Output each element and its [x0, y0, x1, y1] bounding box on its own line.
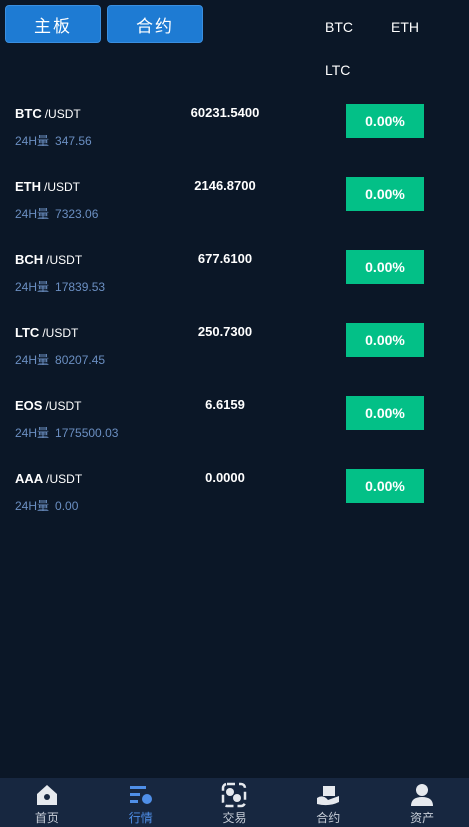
- nav-contract[interactable]: 合约: [281, 778, 375, 827]
- nav-label: 合约: [316, 811, 341, 825]
- volume: 24H量 0.00: [15, 497, 78, 514]
- volume-value: 1775500.03: [55, 426, 119, 440]
- symbol: AAA/USDT: [15, 471, 82, 486]
- price: 677.6100: [197, 251, 253, 266]
- bottom-nav: 首页 行情 交易 合约 资产: [0, 778, 469, 827]
- user-icon: [411, 784, 434, 806]
- market-icon: [129, 786, 152, 804]
- volume-value: 7323.06: [55, 207, 99, 221]
- volume-value: 347.56: [55, 134, 92, 148]
- market-row[interactable]: AAA/USDT 24H量 0.00 0.0000 0.00%: [0, 465, 469, 537]
- tab-main-board[interactable]: 主板: [5, 5, 101, 43]
- volume: 24H量 17839.53: [15, 278, 105, 295]
- nav-home[interactable]: 首页: [0, 778, 94, 827]
- symbol-quote: /USDT: [45, 399, 82, 413]
- nav-label: 首页: [34, 811, 59, 825]
- symbol-quote: /USDT: [44, 107, 81, 121]
- market-row[interactable]: BTC/USDT 24H量 347.56 60231.5400 0.00%: [0, 100, 469, 172]
- volume: 24H量 7323.06: [15, 205, 98, 222]
- change-badge[interactable]: 0.00%: [346, 469, 424, 503]
- volume-value: 0.00: [55, 499, 79, 513]
- change-badge[interactable]: 0.00%: [346, 323, 424, 357]
- tab-contract[interactable]: 合约: [107, 5, 203, 43]
- symbol-name: LTC: [15, 325, 40, 340]
- volume-label: 24H量: [15, 207, 50, 221]
- price: 60231.5400: [190, 105, 260, 120]
- volume-label: 24H量: [15, 134, 50, 148]
- nav-label: 行情: [128, 811, 153, 825]
- market-row[interactable]: LTC/USDT 24H量 80207.45 250.7300 0.00%: [0, 319, 469, 391]
- symbol: BCH/USDT: [15, 252, 82, 267]
- nav-assets[interactable]: 资产: [375, 778, 469, 827]
- filter-ltc[interactable]: LTC: [325, 62, 350, 78]
- price: 250.7300: [197, 324, 253, 339]
- market-row[interactable]: ETH/USDT 24H量 7323.06 2146.8700 0.00%: [0, 173, 469, 245]
- volume: 24H量 1775500.03: [15, 424, 118, 441]
- nav-trade[interactable]: 交易: [188, 778, 282, 827]
- volume-label: 24H量: [15, 499, 50, 513]
- filter-eth[interactable]: ETH: [391, 19, 419, 35]
- nav-label: 交易: [222, 811, 247, 825]
- symbol: EOS/USDT: [15, 398, 81, 413]
- price: 0.0000: [205, 470, 245, 485]
- change-badge[interactable]: 0.00%: [346, 177, 424, 211]
- price: 2146.8700: [194, 178, 256, 193]
- symbol: ETH/USDT: [15, 179, 80, 194]
- symbol-name: BTC: [15, 106, 42, 121]
- market-row[interactable]: BCH/USDT 24H量 17839.53 677.6100 0.00%: [0, 246, 469, 318]
- symbol-name: BCH: [15, 252, 44, 267]
- market-row[interactable]: EOS/USDT 24H量 1775500.03 6.6159 0.00%: [0, 392, 469, 464]
- trade-icon: [222, 782, 247, 808]
- volume: 24H量 80207.45: [15, 351, 105, 368]
- symbol: LTC/USDT: [15, 325, 78, 340]
- change-badge[interactable]: 0.00%: [346, 250, 424, 284]
- symbol: BTC/USDT: [15, 106, 81, 121]
- volume-label: 24H量: [15, 426, 50, 440]
- symbol-quote: /USDT: [46, 472, 83, 486]
- volume-value: 17839.53: [55, 280, 106, 294]
- volume-value: 80207.45: [55, 353, 106, 367]
- symbol-quote: /USDT: [42, 326, 79, 340]
- change-badge[interactable]: 0.00%: [346, 104, 424, 138]
- nav-market[interactable]: 行情: [94, 778, 188, 827]
- contract-icon: [317, 786, 340, 806]
- volume-label: 24H量: [15, 353, 50, 367]
- symbol-name: AAA: [15, 471, 44, 486]
- change-badge[interactable]: 0.00%: [346, 396, 424, 430]
- volume: 24H量 347.56: [15, 132, 92, 149]
- price: 6.6159: [205, 397, 245, 412]
- filter-btc[interactable]: BTC: [325, 19, 353, 35]
- symbol-quote: /USDT: [44, 180, 80, 194]
- symbol-quote: /USDT: [46, 253, 83, 267]
- symbol-name: EOS: [15, 398, 43, 413]
- symbol-name: ETH: [15, 179, 41, 194]
- volume-label: 24H量: [15, 280, 50, 294]
- home-icon: [36, 785, 57, 805]
- nav-label: 资产: [410, 811, 435, 825]
